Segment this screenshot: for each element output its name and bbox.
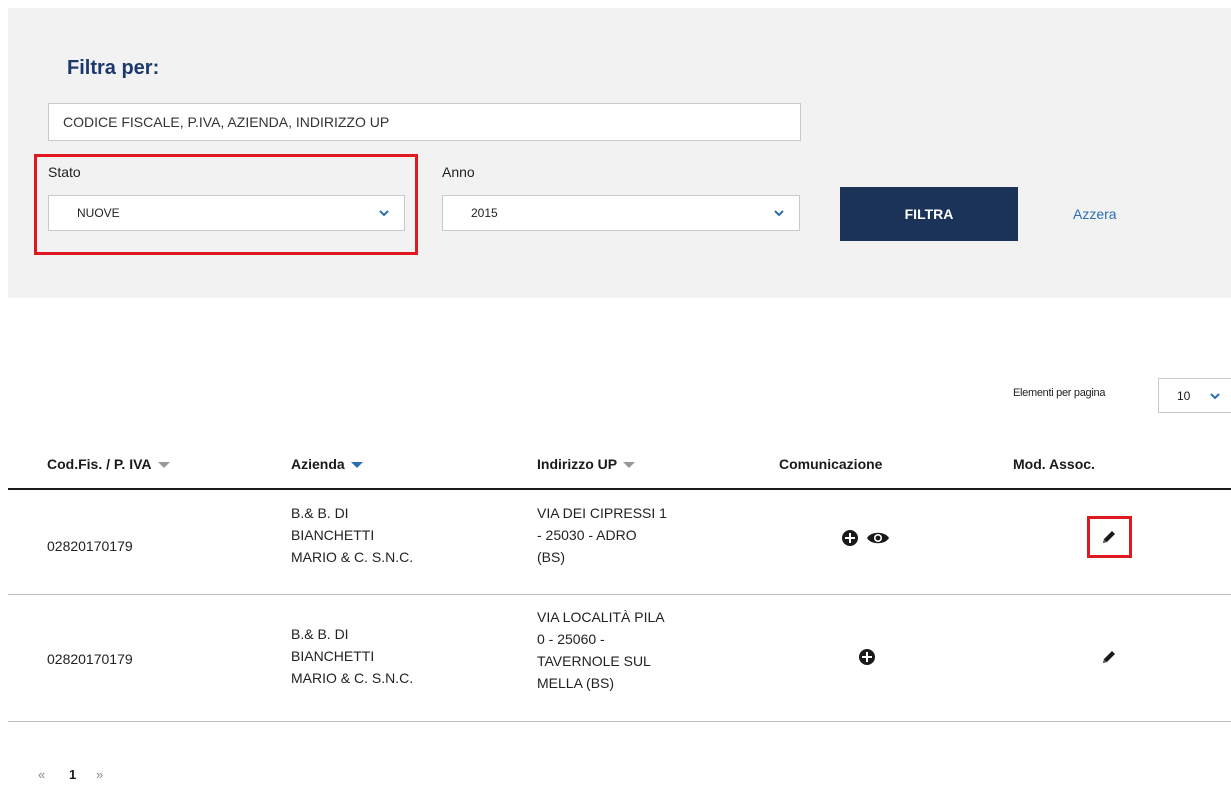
reset-link[interactable]: Azzera (1073, 206, 1117, 222)
search-input[interactable]: CODICE FISCALE, P.IVA, AZIENDA, INDIRIZZ… (48, 103, 801, 141)
sort-caret-icon (350, 462, 363, 468)
plus-circle-icon[interactable] (858, 648, 876, 666)
chevron-down-icon (1210, 393, 1220, 400)
column-azienda[interactable]: Azienda (291, 456, 363, 472)
column-indirizzo[interactable]: Indirizzo UP (537, 456, 636, 472)
row1-indirizzo-line: (BS) (537, 549, 565, 565)
row1-azienda-line: B.& B. DI (291, 505, 349, 521)
anno-select[interactable]: 2015 (442, 195, 800, 231)
row1-azienda-line: MARIO & C. S.N.C. (291, 549, 414, 565)
row2-azienda-line: MARIO & C. S.N.C. (291, 670, 414, 686)
column-indirizzo-label: Indirizzo UP (537, 456, 618, 472)
eye-icon[interactable] (866, 530, 890, 546)
filter-button[interactable]: FILTRA (840, 187, 1018, 241)
pagination-page-1[interactable]: 1 (69, 767, 76, 782)
pencil-icon[interactable] (1100, 528, 1118, 546)
column-comunicazione: Comunicazione (779, 456, 882, 472)
column-codice-label: Cod.Fis. / P. IVA (47, 456, 152, 472)
pencil-icon[interactable] (1100, 648, 1118, 666)
per-page-value: 10 (1177, 388, 1191, 403)
pagination-next[interactable]: » (96, 767, 103, 782)
row1-azienda: B.& B. DI BIANCHETTI MARIO & C. S.N.C. (291, 502, 413, 568)
row-divider (8, 594, 1231, 595)
row1-codice: 02820170179 (47, 538, 133, 554)
anno-value: 2015 (471, 206, 498, 220)
sort-caret-icon (623, 462, 636, 468)
sort-caret-icon (157, 462, 170, 468)
column-codice[interactable]: Cod.Fis. / P. IVA (47, 456, 170, 472)
anno-label: Anno (442, 164, 475, 180)
column-comunicazione-label: Comunicazione (779, 456, 883, 472)
pagination-prev[interactable]: « (38, 767, 45, 782)
row1-azienda-line: BIANCHETTI (291, 527, 375, 543)
row2-azienda: B.& B. DI BIANCHETTI MARIO & C. S.N.C. (291, 623, 413, 689)
row1-indirizzo-line: - 25030 - ADRO (537, 527, 637, 543)
row2-codice: 02820170179 (47, 651, 133, 667)
row2-indirizzo-line: MELLA (BS) (537, 675, 615, 691)
row2-azienda-line: BIANCHETTI (291, 648, 375, 664)
table-header-divider (8, 488, 1231, 490)
column-mod-assoc: Mod. Assoc. (1013, 456, 1095, 472)
per-page-label: Elementi per pagina (1013, 387, 1106, 399)
per-page-select[interactable]: 10 (1158, 378, 1231, 413)
row2-azienda-line: B.& B. DI (291, 626, 349, 642)
filter-title: Filtra per: (67, 57, 160, 79)
row-divider (8, 721, 1231, 722)
chevron-down-icon (774, 210, 784, 217)
stato-highlight (34, 154, 418, 255)
row2-indirizzo-line: 0 - 25060 - (537, 631, 605, 647)
row2-indirizzo: VIA LOCALITÀ PILA 0 - 25060 - TAVERNOLE … (537, 606, 665, 694)
plus-circle-icon[interactable] (841, 529, 859, 547)
row2-indirizzo-line: VIA LOCALITÀ PILA (537, 609, 665, 625)
row1-indirizzo: VIA DEI CIPRESSI 1 - 25030 - ADRO (BS) (537, 502, 667, 568)
row2-indirizzo-line: TAVERNOLE SUL (537, 653, 651, 669)
column-mod-assoc-label: Mod. Assoc. (1013, 456, 1095, 472)
row1-indirizzo-line: VIA DEI CIPRESSI 1 (537, 505, 667, 521)
column-azienda-label: Azienda (291, 456, 345, 472)
